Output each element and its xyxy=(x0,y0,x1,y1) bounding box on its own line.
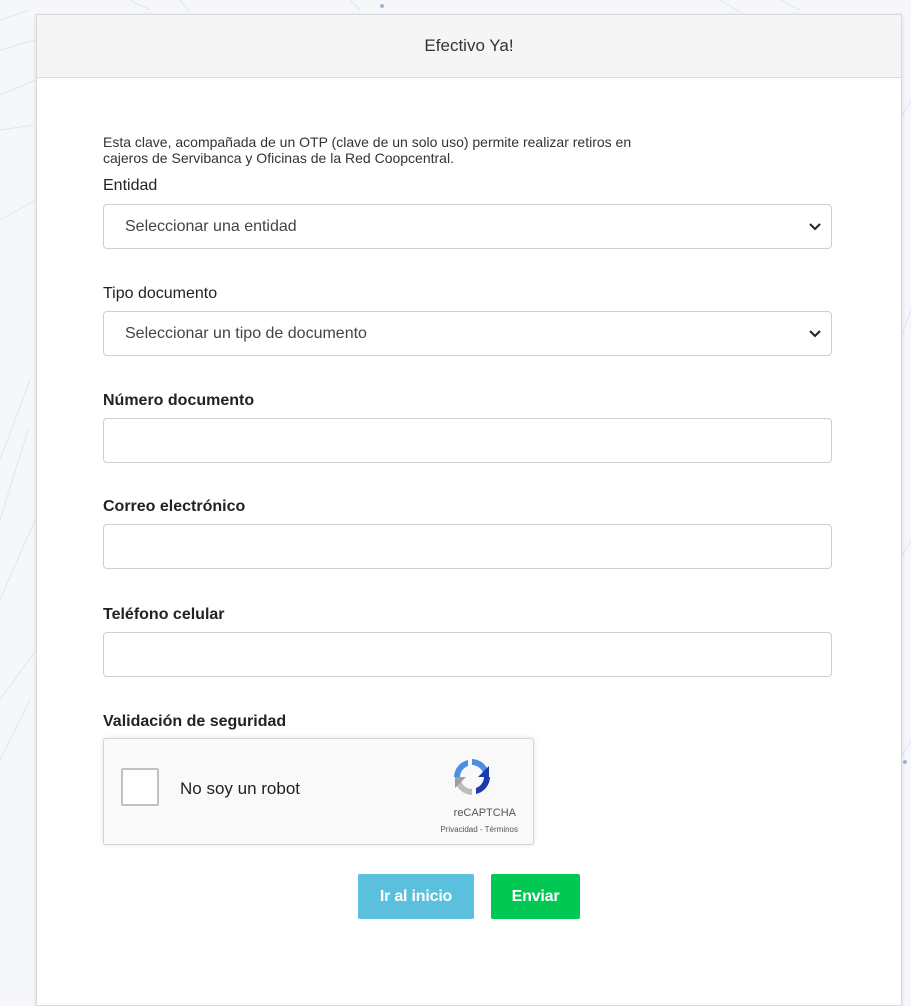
tipo-documento-select[interactable]: Seleccionar un tipo de documento xyxy=(103,311,832,356)
recaptcha-logo-icon xyxy=(454,759,490,795)
intro-text: Esta clave, acompañada de un OTP (clave … xyxy=(103,134,833,166)
panel-header: Efectivo Ya! xyxy=(37,15,901,78)
intro-line-1: Esta clave, acompañada de un OTP (clave … xyxy=(103,134,632,150)
recaptcha-label: No soy un robot xyxy=(180,779,301,798)
tipo-documento-select-value: Seleccionar un tipo de documento xyxy=(125,324,367,342)
validacion-label: Validación de seguridad xyxy=(103,713,287,730)
send-button[interactable]: Enviar xyxy=(491,874,580,919)
panel-title: Efectivo Ya! xyxy=(424,36,514,55)
recaptcha-brand: reCAPTCHA xyxy=(453,807,516,819)
entidad-select-value: Seleccionar una entidad xyxy=(125,217,297,235)
intro-line-2: cajeros de Servibanca y Oficinas de la R… xyxy=(103,150,454,166)
telefono-label: Teléfono celular xyxy=(103,606,225,623)
chevron-down-icon xyxy=(809,329,821,337)
correo-input[interactable] xyxy=(103,524,832,569)
correo-label: Correo electrónico xyxy=(103,498,246,515)
tipo-documento-label: Tipo documento xyxy=(103,285,218,302)
numero-documento-input[interactable] xyxy=(103,418,832,463)
recaptcha-links[interactable]: Privacidad - Términos xyxy=(402,825,518,834)
chevron-down-icon xyxy=(809,222,821,230)
numero-documento-label: Número documento xyxy=(103,392,255,409)
telefono-input[interactable] xyxy=(103,632,832,677)
efectivo-ya-panel: Efectivo Ya! Esta clave, acompañada de u… xyxy=(36,14,902,1006)
home-button[interactable]: Ir al inicio xyxy=(358,874,474,919)
recaptcha-widget: No soy un robot reCAPTCHA Privacidad - T… xyxy=(103,738,534,845)
entidad-select[interactable]: Seleccionar una entidad xyxy=(103,204,832,249)
entidad-label: Entidad xyxy=(103,177,158,194)
recaptcha-checkbox[interactable] xyxy=(121,768,159,806)
